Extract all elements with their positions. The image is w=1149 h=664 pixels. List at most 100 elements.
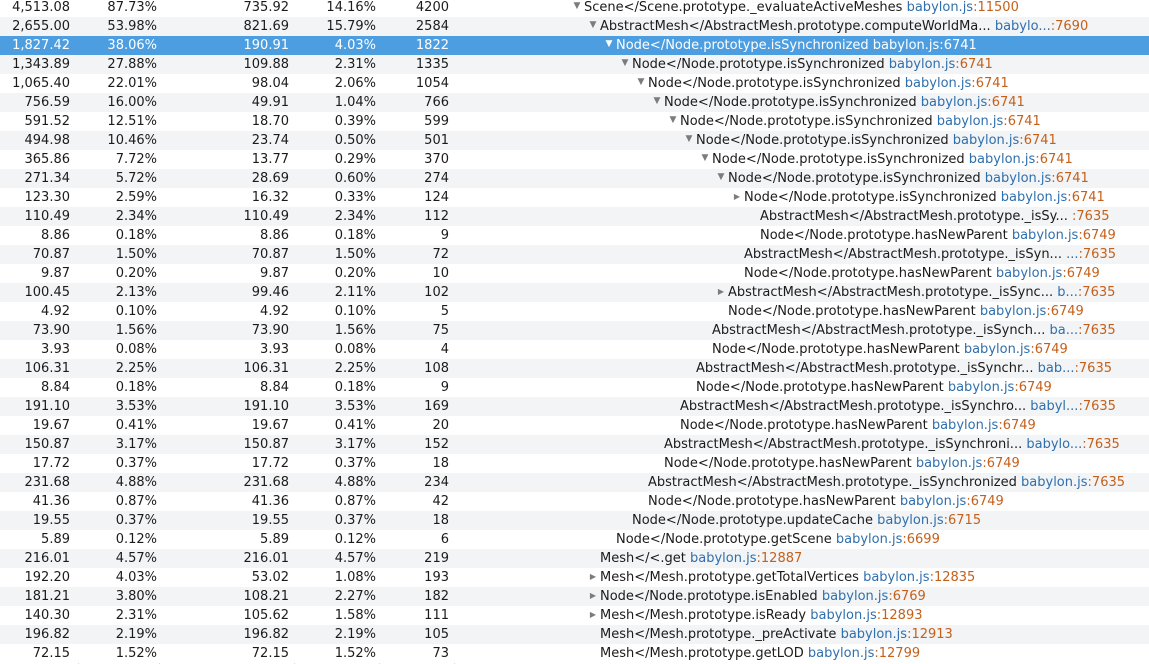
source-file-link[interactable]: babylon.js [948,380,1015,395]
expand-triangle-icon[interactable]: ▼ [587,17,599,36]
table-row[interactable]: 196.82 2.19% 196.82 2.19% 105 Mesh</Mesh.prot… [0,625,1149,644]
source-file-link[interactable]: babylon.js [810,608,877,623]
line-number[interactable]: 6749 [1051,304,1084,319]
table-row[interactable]: 8.86 0.18% 8.86 0.18% 9 Node</Node.prototype.… [0,226,1149,245]
source-file-link[interactable]: babylo... [995,19,1051,34]
line-number[interactable]: 6741 [944,38,977,53]
collapse-triangle-icon[interactable]: ▶ [731,188,743,207]
table-row[interactable]: 17.72 0.37% 17.72 0.37% 18 Node</Node.prototy… [0,454,1149,473]
source-file-link[interactable]: babylo... [1026,437,1082,452]
table-row[interactable]: 41.36 0.87% 41.36 0.87% 42 Node</Node.prototy… [0,492,1149,511]
line-number[interactable]: 6769 [893,589,926,604]
line-number[interactable]: 6749 [1067,266,1100,281]
line-number[interactable]: 7635 [1083,399,1116,414]
table-row[interactable]: 494.98 10.46% 23.74 0.50% 501 ▼ Node</Node.pro… [0,131,1149,150]
line-number[interactable]: 6715 [948,513,981,528]
expand-triangle-icon[interactable]: ▼ [715,169,727,188]
table-row[interactable]: 191.10 3.53% 191.10 3.53% 169 AbstractMesh</A… [0,397,1149,416]
line-number[interactable]: 7690 [1055,19,1088,34]
table-row[interactable]: 70.87 1.50% 70.87 1.50% 72 AbstractMesh</Abst… [0,245,1149,264]
source-file-link[interactable]: babylon.js [836,532,903,547]
table-row[interactable]: 9.87 0.20% 9.87 0.20% 10 Node</Node.prototype… [0,264,1149,283]
source-file-link[interactable]: babylon.js [953,133,1020,148]
table-row[interactable]: 19.55 0.37% 19.55 0.37% 18 Node</Node.prototy… [0,511,1149,530]
line-number[interactable]: 6741 [1024,133,1057,148]
line-number[interactable]: 6741 [976,76,1009,91]
table-row[interactable]: 73.90 1.56% 73.90 1.56% 75 AbstractMesh</Abst… [0,321,1149,340]
table-row[interactable]: 100.45 2.13% 99.46 2.11% 102 ▶ AbstractMesh</A… [0,283,1149,302]
line-number[interactable]: 6741 [1072,190,1105,205]
table-row[interactable]: 231.68 4.88% 231.68 4.88% 234 AbstractMesh</A… [0,473,1149,492]
line-number[interactable]: 12913 [911,627,952,642]
source-file-link[interactable]: babylon.js [980,304,1047,319]
source-file-link[interactable]: babylon.js [1021,475,1088,490]
line-number[interactable]: 7635 [1087,437,1120,452]
table-row[interactable]: 181.21 3.80% 108.21 2.27% 182 ▶ Node</Node.pro… [0,587,1149,606]
source-file-link[interactable]: b... [1057,285,1078,300]
expand-triangle-icon[interactable]: ▼ [651,93,663,112]
line-number[interactable]: 6741 [1040,152,1073,167]
source-file-link[interactable]: babylon.js [808,646,875,661]
source-file-link[interactable]: babylon.js [822,589,889,604]
line-number[interactable]: 7635 [1083,247,1116,262]
line-number[interactable]: 6749 [1083,228,1116,243]
source-file-link[interactable]: babylon.js [889,57,956,72]
line-number[interactable]: 7635 [1076,209,1109,224]
table-row[interactable]: 106.31 2.25% 106.31 2.25% 108 AbstractMesh</A… [0,359,1149,378]
expand-triangle-icon[interactable]: ▼ [667,112,679,131]
source-file-link[interactable]: babylon.js [690,551,757,566]
line-number[interactable]: 12893 [881,608,922,623]
source-file-link[interactable]: babylon.js [985,171,1052,186]
source-file-link[interactable]: babylon.js [873,38,940,53]
table-row[interactable]: 19.67 0.41% 19.67 0.41% 20 Node</Node.prototy… [0,416,1149,435]
table-row[interactable]: 591.52 12.51% 18.70 0.39% 599 ▼ Node</Node.pro… [0,112,1149,131]
collapse-triangle-icon[interactable]: ▶ [587,568,599,587]
source-file-link[interactable]: babylon.js [969,152,1036,167]
table-row[interactable]: 1,343.89 27.88% 109.88 2.31% 1335 ▼ Node</Node… [0,55,1149,74]
source-file-link[interactable]: babylon.js [964,342,1031,357]
table-row[interactable]: 216.01 4.57% 216.01 4.57% 219 Mesh</<.get bab… [0,549,1149,568]
line-number[interactable]: 6741 [992,95,1025,110]
line-number[interactable]: 6741 [1056,171,1089,186]
expand-triangle-icon[interactable]: ▼ [571,0,583,17]
source-file-link[interactable]: babylon.js [841,627,908,642]
source-file-link[interactable]: babylon.js [907,0,974,15]
source-file-link[interactable]: ba... [1049,323,1078,338]
line-number[interactable]: 7635 [1079,361,1112,376]
expand-triangle-icon[interactable]: ▼ [683,131,695,150]
source-file-link[interactable]: babylon.js [932,418,999,433]
table-row[interactable]: 5.89 0.12% 5.89 0.12% 6 Node</Node.prototype.… [0,530,1149,549]
table-row[interactable]: 192.20 4.03% 53.02 1.08% 193 ▶ Mesh</Mesh.prot… [0,568,1149,587]
line-number[interactable]: 6699 [907,532,940,547]
table-row[interactable]: 756.59 16.00% 49.91 1.04% 766 ▼ Node</Node.pro… [0,93,1149,112]
line-number[interactable]: 6749 [1019,380,1052,395]
source-file-link[interactable]: bab... [1038,361,1075,376]
expand-triangle-icon[interactable]: ▼ [603,36,615,55]
source-file-link[interactable]: babylon.js [916,456,983,471]
table-row[interactable]: 2,655.00 53.98% 821.69 15.79% 2584 ▼ AbstractM… [0,17,1149,36]
collapse-triangle-icon[interactable]: ▶ [587,606,599,625]
source-file-link[interactable]: babylon.js [905,76,972,91]
line-number[interactable]: 11500 [977,0,1018,15]
source-file-link[interactable]: babylon.js [1012,228,1079,243]
expand-triangle-icon[interactable]: ▼ [699,150,711,169]
table-row[interactable]: 1,065.40 22.01% 98.04 2.06% 1054 ▼ Node</Node.… [0,74,1149,93]
table-row[interactable]: 8.84 0.18% 8.84 0.18% 9 Node</Node.prototype.… [0,378,1149,397]
table-row[interactable]: 365.86 7.72% 13.77 0.29% 370 ▼ Node</Node.prot… [0,150,1149,169]
table-row[interactable]: 123.30 2.59% 16.32 0.33% 124 ▶ Node</Node.prot… [0,188,1149,207]
source-file-link[interactable]: babylon.js [937,114,1004,129]
source-file-link[interactable]: babylon.js [877,513,944,528]
source-file-link[interactable]: babylon.js [921,95,988,110]
expand-triangle-icon[interactable]: ▼ [619,55,631,74]
table-row[interactable]: 4,513.08 87.73% 735.92 14.16% 4200 ▼ Scene</Sc… [0,0,1149,17]
line-number[interactable]: 6749 [987,456,1020,471]
table-row[interactable]: 140.30 2.31% 105.62 1.58% 111 ▶ Mesh</Mesh.pro… [0,606,1149,625]
expand-triangle-icon[interactable]: ▼ [635,74,647,93]
line-number[interactable]: 6741 [1008,114,1041,129]
source-file-link[interactable]: babylon.js [863,570,930,585]
table-row[interactable]: 72.15 1.52% 72.15 1.52% 73 Mesh</Mesh.prototy… [0,644,1149,663]
line-number[interactable]: 7635 [1083,323,1116,338]
line-number[interactable]: 12799 [879,646,920,661]
source-file-link[interactable]: babyl... [1030,399,1078,414]
line-number[interactable]: 7635 [1082,285,1115,300]
